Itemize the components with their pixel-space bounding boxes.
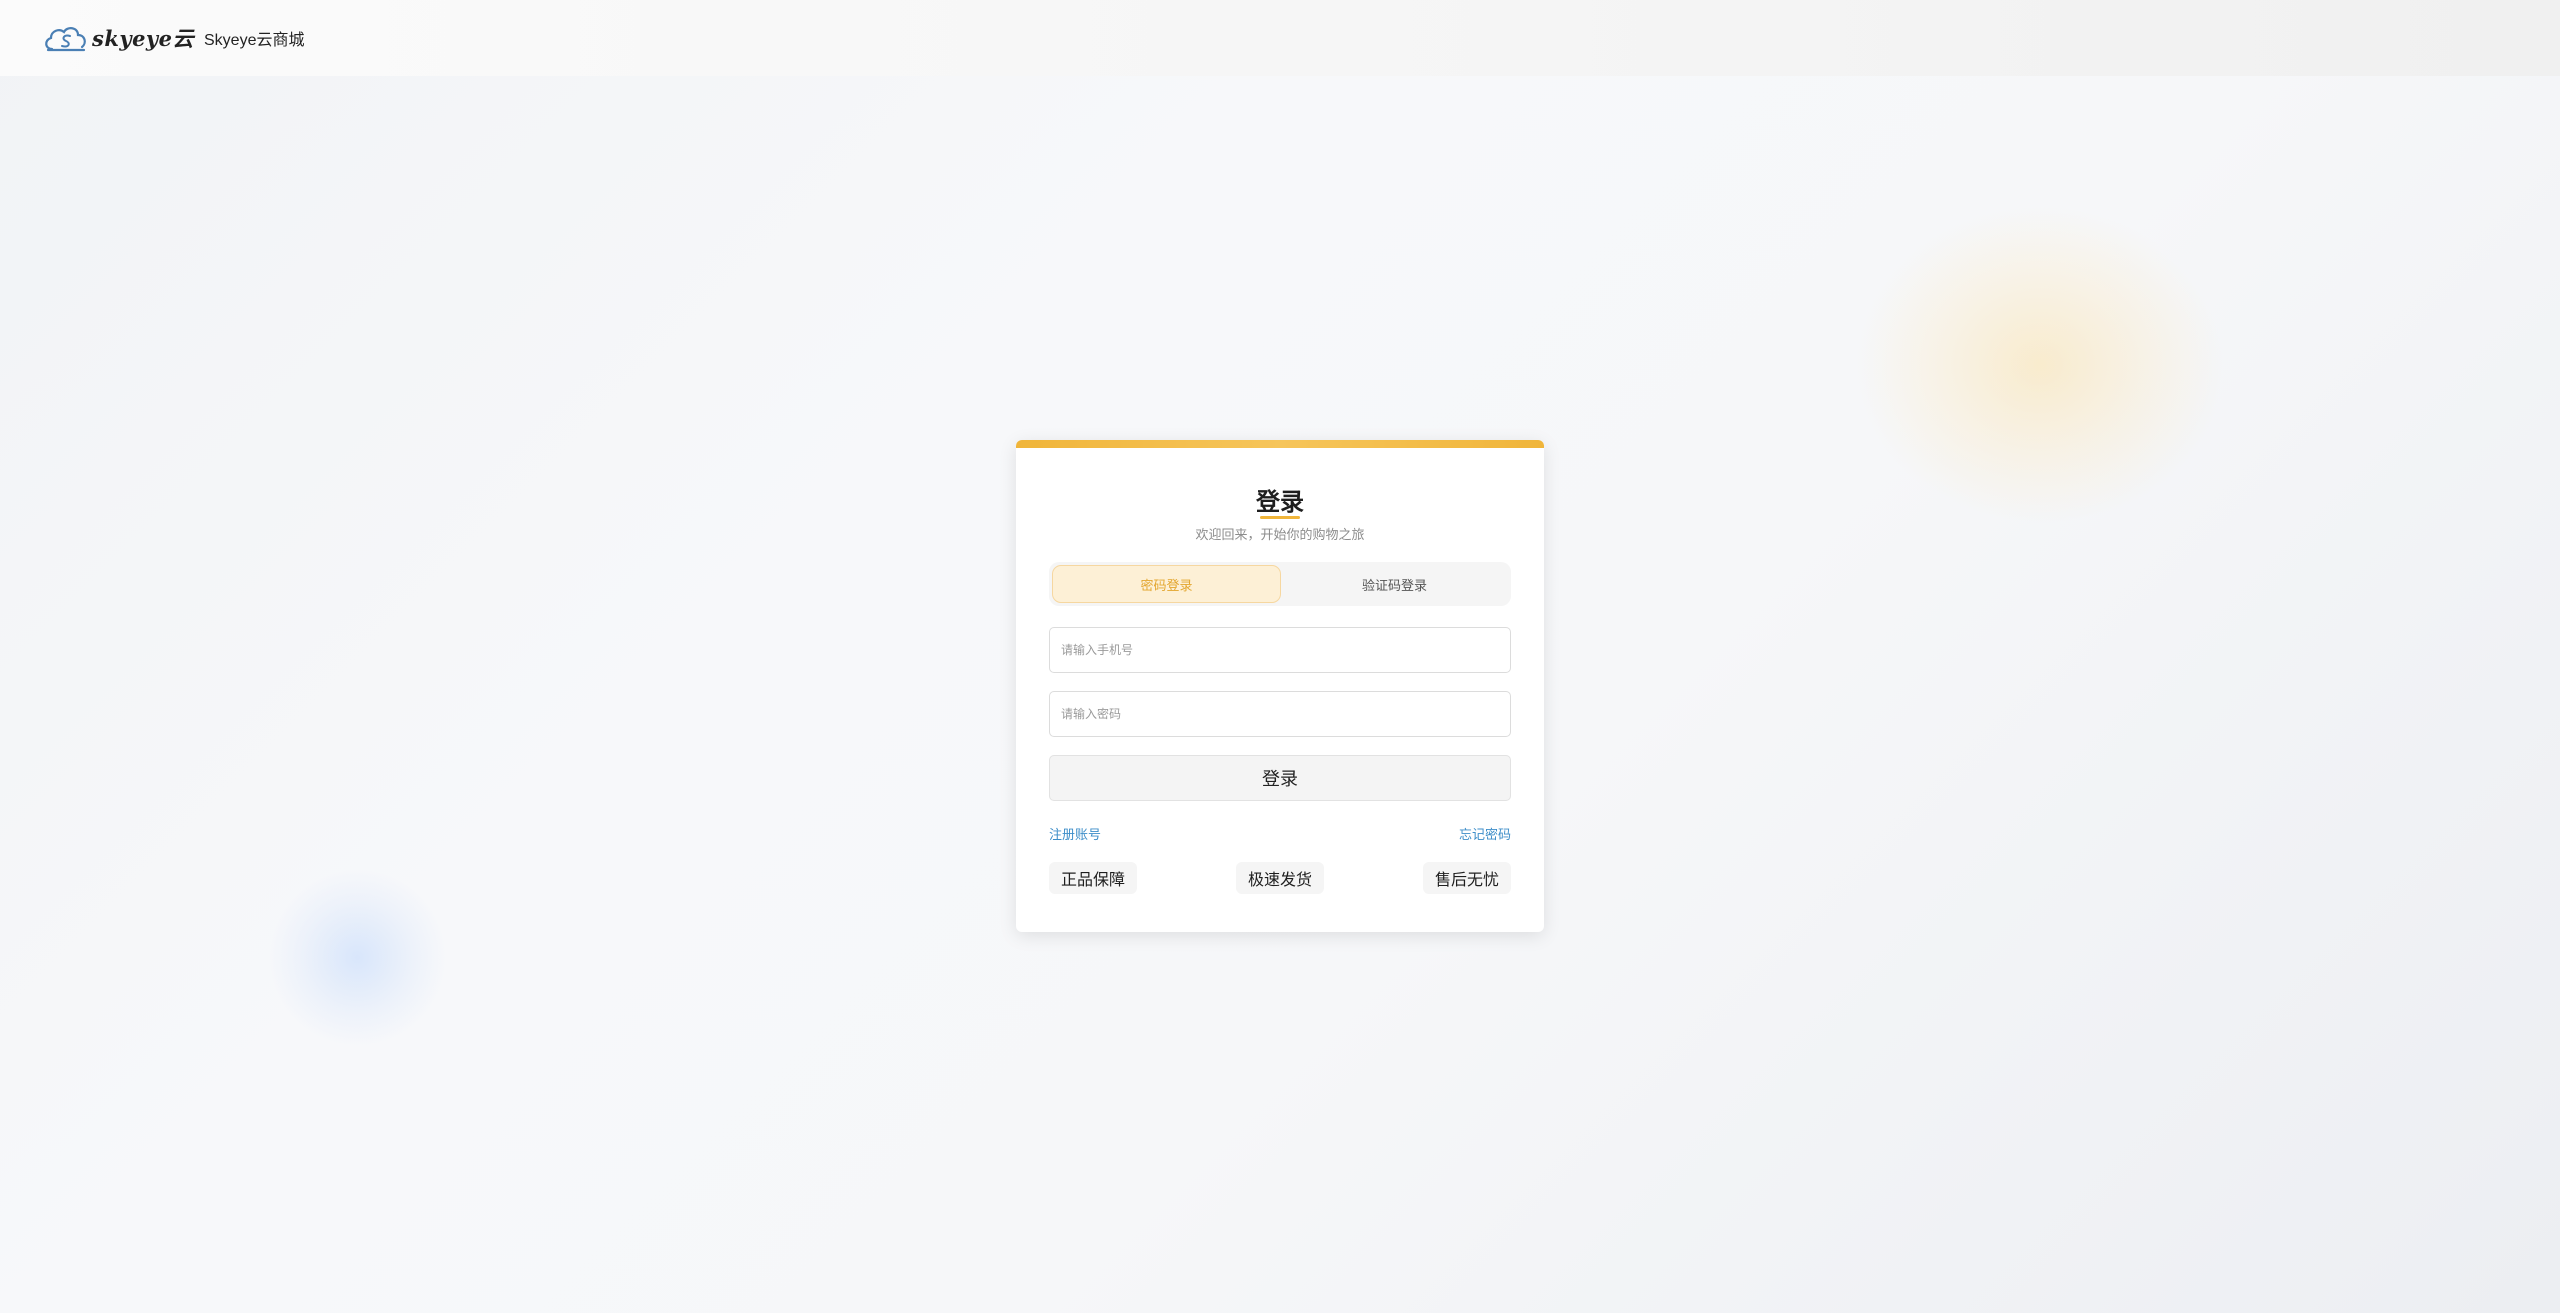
feature-after-sales: 售后无忧 <box>1422 862 1511 894</box>
background-glow-gold <box>1855 205 2225 525</box>
login-card: 登录 欢迎回来，开始你的购物之旅 密码登录 验证码登录 登录 注册账号 忘记密码… <box>1016 440 1544 932</box>
background-glow-blue <box>270 870 445 1045</box>
login-button[interactable]: 登录 <box>1049 755 1511 801</box>
register-link[interactable]: 注册账号 <box>1049 824 1101 843</box>
tab-password-login[interactable]: 密码登录 <box>1052 565 1281 603</box>
phone-input[interactable] <box>1049 627 1511 673</box>
feature-fast-shipping: 极速发货 <box>1235 862 1324 894</box>
password-input[interactable] <box>1049 691 1511 737</box>
cloud-icon <box>45 27 86 52</box>
tab-code-login[interactable]: 验证码登录 <box>1281 565 1508 603</box>
title-underline <box>1260 516 1300 519</box>
login-method-tabs: 密码登录 验证码登录 <box>1049 562 1511 606</box>
logo-text: skyeye云 <box>92 26 194 51</box>
card-accent-bar <box>1016 440 1544 448</box>
feature-authentic: 正品保障 <box>1049 862 1138 894</box>
feature-badges: 正品保障 极速发货 售后无忧 <box>1049 862 1511 894</box>
forgot-password-link[interactable]: 忘记密码 <box>1459 824 1511 843</box>
logo[interactable]: skyeye云 <box>42 21 194 55</box>
login-title: 登录 <box>1256 488 1304 516</box>
top-bar: skyeye云 Skyeye云商城 <box>0 0 2560 76</box>
brand-name: Skyeye云商城 <box>204 32 305 49</box>
login-subtitle: 欢迎回来，开始你的购物之旅 <box>1195 528 1365 543</box>
